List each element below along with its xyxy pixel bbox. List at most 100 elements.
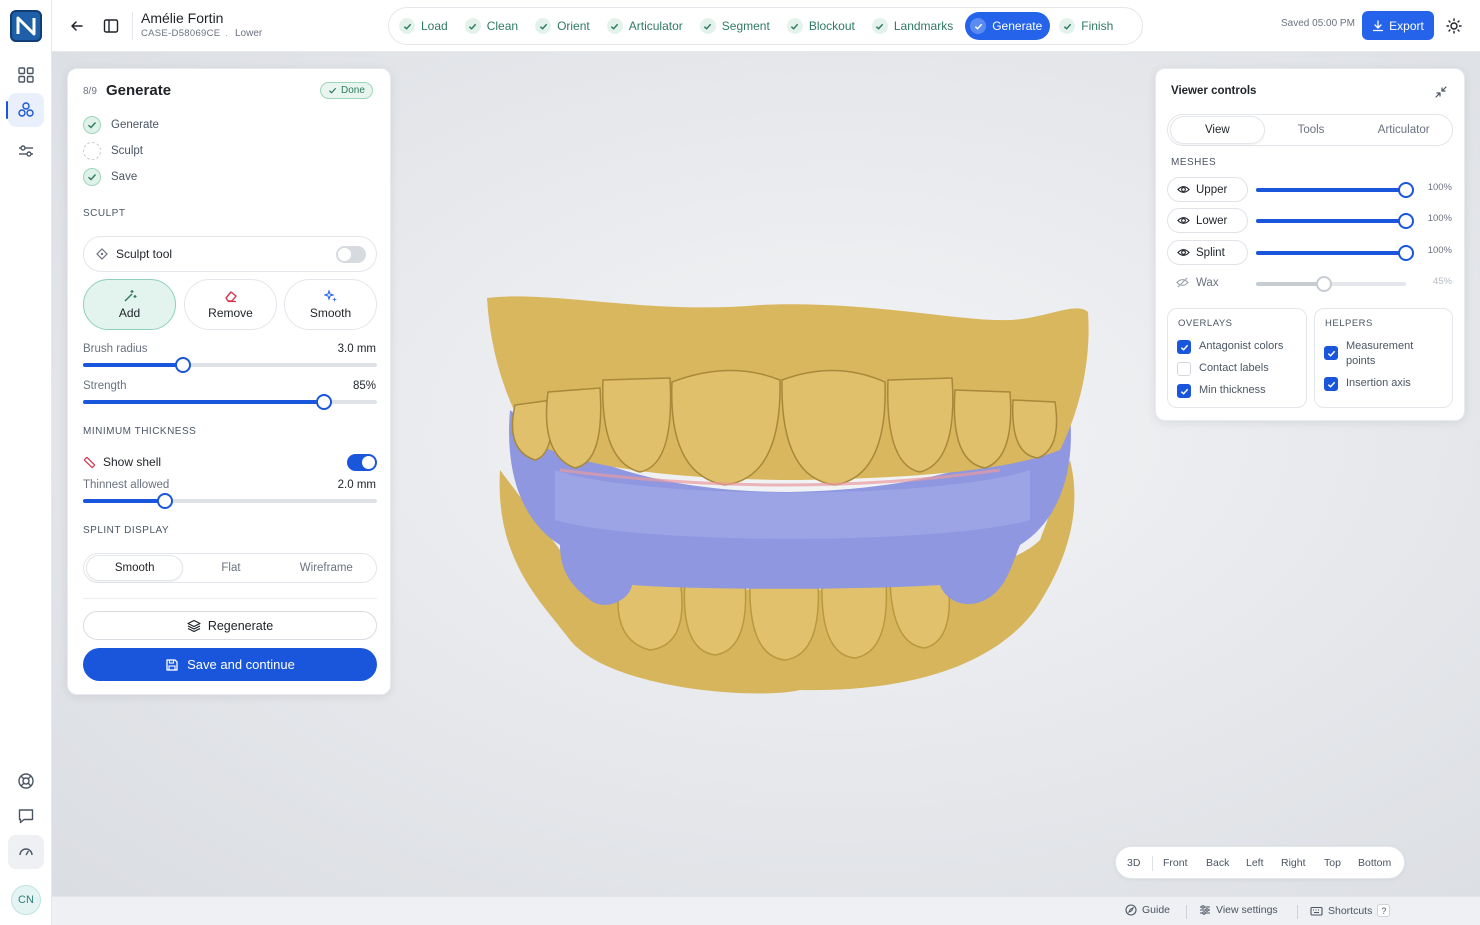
help-nav-button[interactable] (8, 764, 44, 798)
remove-mode-button[interactable]: Remove (184, 279, 277, 330)
splint-display-segmented: Smooth Flat Wireframe (83, 553, 377, 583)
status-badge: Done (320, 82, 373, 99)
step-label: Finish (1081, 19, 1114, 33)
view-preset-bottom[interactable]: Bottom (1358, 857, 1391, 869)
regenerate-button[interactable]: Regenerate (83, 611, 377, 640)
display-wireframe-option[interactable]: Wireframe (279, 555, 374, 581)
step-count: 8/9 (83, 86, 97, 97)
export-button[interactable]: Export (1362, 11, 1434, 40)
guide-button[interactable]: Guide (1125, 904, 1170, 916)
overlay-min-thickness[interactable]: Min thickness (1177, 383, 1266, 398)
check-icon (871, 18, 888, 34)
display-flat-option[interactable]: Flat (183, 555, 278, 581)
mesh-wax-opacity-slider[interactable] (1256, 276, 1406, 292)
save-and-continue-button[interactable]: Save and continue (83, 648, 377, 681)
toggle-sidebar-button[interactable] (99, 14, 123, 38)
mesh-splint-opacity-slider[interactable] (1256, 245, 1414, 261)
tab-view[interactable]: View (1170, 116, 1265, 144)
app-logo[interactable] (10, 10, 42, 42)
mesh-lower-pct: 100% (1427, 213, 1452, 224)
slider-thumb[interactable] (1398, 182, 1414, 198)
slider-thumb[interactable] (1315, 276, 1332, 292)
left-rail: CN (0, 0, 52, 925)
step-landmarks[interactable]: Landmarks (867, 12, 961, 40)
slider-thumb[interactable] (1398, 213, 1414, 229)
helper-measurement-points[interactable]: Measurement points (1324, 339, 1442, 369)
mesh-splint-toggle[interactable]: Splint (1167, 240, 1248, 265)
view-preset-back[interactable]: Back (1206, 857, 1229, 869)
theme-toggle-button[interactable] (1442, 14, 1466, 38)
step-orient[interactable]: Orient (530, 12, 598, 40)
shortcuts-button[interactable]: Shortcuts ? (1310, 904, 1391, 917)
mesh-label: Upper (1196, 183, 1228, 196)
tab-articulator[interactable]: Articulator (1357, 116, 1450, 144)
mesh-label: Lower (1196, 214, 1228, 227)
collapse-button[interactable] (1434, 85, 1448, 104)
checkbox-checked-icon[interactable] (1324, 377, 1338, 391)
check-icon (1059, 18, 1076, 34)
step-blockout[interactable]: Blockout (782, 12, 863, 40)
slider-thumb[interactable] (174, 357, 191, 373)
smooth-mode-button[interactable]: Smooth (284, 279, 377, 330)
slider-thumb[interactable] (316, 394, 333, 410)
brush-radius-slider[interactable] (83, 357, 377, 373)
slider-thumb[interactable] (157, 493, 174, 509)
step-finish[interactable]: Finish (1054, 12, 1121, 40)
step-clean[interactable]: Clean (460, 12, 526, 40)
check-icon (399, 18, 415, 34)
checkbox-checked-icon[interactable] (1177, 384, 1191, 398)
viewer-controls-panel: Viewer controls View Tools Articulator M… (1155, 68, 1465, 421)
overlay-contact-labels[interactable]: Contact labels (1177, 361, 1269, 376)
settings-nav-button[interactable] (8, 134, 44, 168)
check-icon (606, 18, 623, 34)
mesh-lower-opacity-slider[interactable] (1256, 213, 1414, 229)
messages-nav-button[interactable] (8, 799, 44, 833)
checkbox-checked-icon[interactable] (1324, 346, 1338, 360)
view-preset-top[interactable]: Top (1324, 857, 1341, 869)
checkbox-unchecked-icon[interactable] (1177, 362, 1191, 376)
save-status: Saved 05:00 PM (1281, 18, 1355, 29)
substep-sculpt: Sculpt (83, 142, 143, 160)
add-mode-button[interactable]: Add (83, 279, 176, 330)
mesh-upper-opacity-slider[interactable] (1256, 182, 1414, 198)
overlay-antagonist-colors[interactable]: Antagonist colors (1177, 339, 1283, 354)
view-preset-left[interactable]: Left (1246, 857, 1264, 869)
view-settings-button[interactable]: View settings (1199, 904, 1278, 916)
performance-nav-button[interactable] (8, 835, 44, 869)
status-badge-label: Done (341, 85, 365, 96)
wand-plus-icon (123, 290, 136, 302)
helper-insertion-axis[interactable]: Insertion axis (1324, 376, 1411, 391)
dashboard-nav-button[interactable] (8, 58, 44, 92)
slider-thumb[interactable] (1398, 245, 1414, 261)
sculpt-tool-toggle[interactable] (336, 246, 366, 263)
step-segment[interactable]: Segment (695, 12, 778, 40)
substep-label: Save (111, 171, 138, 183)
tab-tools[interactable]: Tools (1265, 116, 1358, 144)
view-preset-right[interactable]: Right (1281, 857, 1306, 869)
user-avatar[interactable]: CN (11, 885, 41, 915)
mesh-wax-toggle[interactable]: Wax (1176, 276, 1219, 289)
check-icon (535, 18, 552, 34)
checkbox-checked-icon[interactable] (1177, 340, 1191, 354)
settings-lines-icon (1200, 905, 1210, 915)
back-button[interactable] (65, 14, 89, 38)
mesh-lower-toggle[interactable]: Lower (1167, 208, 1248, 233)
step-label: Articulator (628, 19, 683, 33)
step-articulator[interactable]: Articulator (602, 12, 691, 40)
show-shell-toggle[interactable] (347, 454, 377, 471)
substep-label: Generate (111, 119, 159, 131)
eye-icon (1177, 217, 1190, 224)
step-load[interactable]: Load (394, 12, 456, 40)
sculpt-tool-row[interactable]: Sculpt tool (83, 236, 377, 272)
show-shell-label: Show shell (103, 455, 162, 469)
view-preset-3d[interactable]: 3D (1127, 857, 1140, 869)
cases-nav-button[interactable] (8, 93, 44, 127)
view-preset-front[interactable]: Front (1163, 857, 1188, 869)
check-icon (699, 18, 716, 34)
strength-slider[interactable] (83, 394, 377, 410)
mesh-upper-toggle[interactable]: Upper (1167, 177, 1248, 202)
display-smooth-option[interactable]: Smooth (86, 555, 184, 581)
thinnest-slider[interactable] (83, 493, 377, 509)
step-generate[interactable]: Generate (965, 12, 1051, 40)
minimize-icon (1435, 86, 1447, 98)
